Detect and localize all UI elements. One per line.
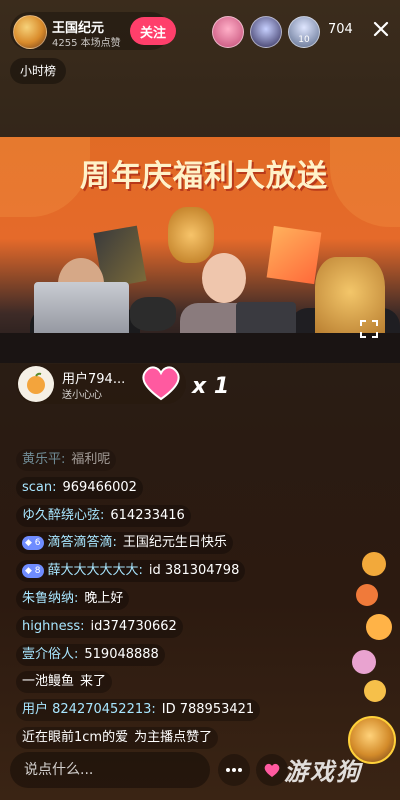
chat-message: 用户 824270452213: ID 788953421 bbox=[16, 699, 261, 722]
chat-message: 朱鲁纳纳: 晚上好 bbox=[16, 587, 130, 610]
chat-message: ◆ 6 滴答滴答滴: 王国纪元生日快乐 bbox=[16, 532, 233, 555]
host-card[interactable]: 王国纪元 4255 本场点赞 关注 bbox=[10, 12, 176, 50]
chat-text: 王国纪元生日快乐 bbox=[122, 535, 227, 551]
chat-user: scan: bbox=[22, 479, 57, 495]
hourly-rank-button[interactable]: 小时榜 bbox=[10, 58, 67, 84]
top-bar: 王国纪元 4255 本场点赞 关注 10 704 bbox=[0, 0, 400, 64]
headphones bbox=[130, 297, 176, 331]
heart-icon bbox=[140, 363, 182, 405]
chat-message: 近在眼前1cm的爱 为主播点赞了 bbox=[16, 726, 219, 749]
chat-message: ゆ久醉绕心弦: 614233416 bbox=[16, 504, 191, 527]
chat-user: 黄乐平: bbox=[22, 452, 66, 467]
gift-multiplier: x 1 bbox=[192, 374, 230, 399]
chat-message: 壹介俗人: 519048888 bbox=[16, 643, 165, 666]
chat-text: 来了 bbox=[80, 674, 107, 690]
fan-level-badge: ◆ 6 bbox=[22, 535, 44, 550]
chat-user: highness: bbox=[22, 618, 85, 634]
floating-like bbox=[352, 650, 376, 674]
chat-user: 近在眼前1cm的爱 bbox=[22, 729, 129, 745]
chat-text: 晚上好 bbox=[84, 590, 124, 606]
viewer-avatar[interactable]: 10 bbox=[288, 16, 320, 48]
banner-title: 周年庆福利大放送 bbox=[80, 159, 328, 194]
chat-message: 黄乐平: 福利呢 bbox=[16, 449, 117, 471]
gift-user-name: 用户794... bbox=[62, 372, 126, 387]
chat-message: scan: 969466002 bbox=[16, 476, 143, 499]
gift-user-avatar[interactable] bbox=[18, 366, 54, 402]
viewer-avatar[interactable] bbox=[212, 16, 244, 48]
chat-text: 519048888 bbox=[84, 646, 159, 662]
chat-text: 969466002 bbox=[62, 479, 137, 495]
live-video[interactable]: 周年庆福利大放送 bbox=[0, 137, 400, 363]
desk bbox=[0, 333, 400, 363]
floating-like bbox=[366, 614, 392, 640]
chat-text: 福利呢 bbox=[71, 452, 111, 467]
tablet bbox=[236, 302, 296, 336]
viewer-avatar[interactable] bbox=[250, 16, 282, 48]
fruit-icon bbox=[27, 372, 45, 394]
chat-user: 滴答滴答滴: bbox=[47, 535, 117, 551]
chat-user: 薛大大大大大大: bbox=[47, 563, 143, 579]
floating-like bbox=[356, 584, 378, 606]
watermark: 游戏狗 bbox=[284, 758, 362, 786]
chat-message: ◆ 8 薛大大大大大大: id 381304798 bbox=[16, 560, 246, 583]
host-likes: 4255 本场点赞 bbox=[52, 38, 121, 49]
chat-message: highness: id374730662 bbox=[16, 615, 183, 638]
chat-list[interactable]: 黄乐平: 福利呢 scan: 969466002 ゆ久醉绕心弦: 614233416 … bbox=[16, 449, 336, 755]
floating-like bbox=[362, 552, 386, 576]
chat-user: 一池鳗鱼 bbox=[22, 674, 75, 690]
chat-input[interactable] bbox=[10, 752, 210, 788]
chat-user: 用户 824270452213: bbox=[22, 702, 156, 718]
follow-button[interactable]: 关注 bbox=[130, 17, 176, 45]
viewer-level-badge: 10 bbox=[298, 35, 310, 45]
host-avatar[interactable] bbox=[13, 15, 47, 49]
chat-user: 壹介俗人: bbox=[22, 646, 79, 662]
viewer-count[interactable]: 704 bbox=[328, 22, 353, 37]
floating-like bbox=[364, 680, 386, 702]
fan-level-badge: ◆ 8 bbox=[22, 563, 44, 578]
chat-user: ゆ久醉绕心弦: bbox=[22, 507, 105, 523]
chat-message: 一池鳗鱼 来了 bbox=[16, 671, 113, 694]
chat-text: id 381304798 bbox=[148, 563, 240, 579]
chat-text: 为主播点赞了 bbox=[134, 729, 213, 745]
fullscreen-icon[interactable] bbox=[355, 315, 383, 343]
close-icon[interactable] bbox=[368, 16, 394, 42]
chat-text: 614233416 bbox=[110, 507, 185, 523]
gift-action: 送小心心 bbox=[62, 390, 102, 401]
chat-text: id374730662 bbox=[90, 618, 177, 634]
more-icon[interactable] bbox=[218, 754, 250, 786]
chat-user: 朱鲁纳纳: bbox=[22, 590, 79, 606]
chat-text: ID 788953421 bbox=[161, 702, 255, 718]
